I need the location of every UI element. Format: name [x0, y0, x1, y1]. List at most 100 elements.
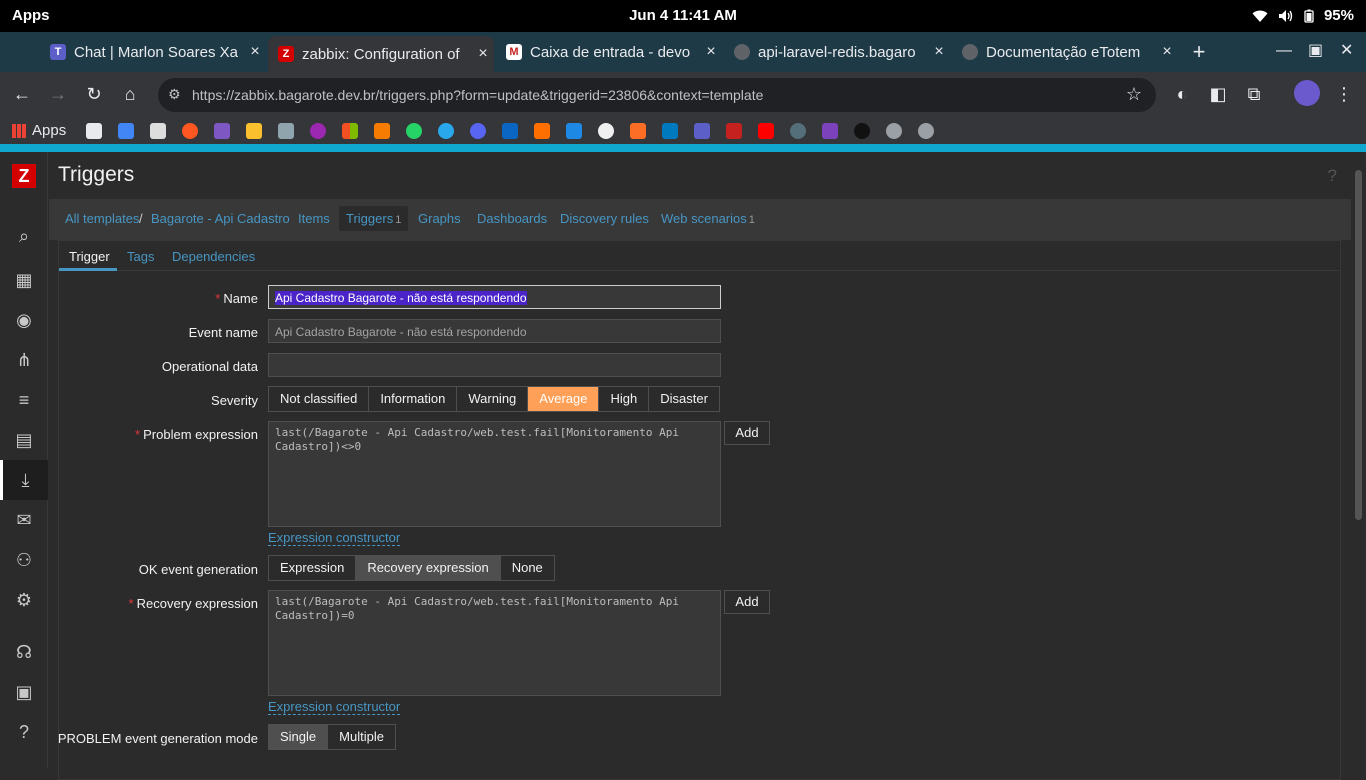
folder-icon[interactable]	[86, 123, 102, 139]
menu-kebab-icon[interactable]: ⋮	[1332, 84, 1356, 105]
system-clock[interactable]: Jun 4 11:41 AM	[0, 7, 1366, 24]
breadcrumb-template[interactable]: Bagarote - Api Cadastro	[151, 211, 290, 226]
extension-icon[interactable]: ◧	[1206, 84, 1230, 105]
bookmark-icon[interactable]	[854, 123, 870, 139]
nav-discovery-rules[interactable]: Discovery rules	[560, 211, 649, 226]
severity-selector: Not classified Information Warning Avera…	[268, 386, 720, 412]
bookmark-icon[interactable]	[310, 123, 326, 139]
severity-information[interactable]: Information	[369, 387, 458, 411]
integrations-icon[interactable]: ▣	[0, 678, 48, 706]
tab-tags[interactable]: Tags	[127, 249, 154, 264]
back-icon[interactable]: ←	[10, 84, 34, 105]
globe-icon[interactable]	[918, 123, 934, 139]
name-input[interactable]: Api Cadastro Bagarote - não está respond…	[268, 285, 721, 309]
help-icon[interactable]: ?	[1328, 166, 1337, 186]
ok-event-recovery-expression[interactable]: Recovery expression	[356, 556, 501, 580]
extension-icon[interactable]: ◐	[1170, 84, 1194, 105]
globe-icon[interactable]	[886, 123, 902, 139]
severity-high[interactable]: High	[599, 387, 650, 411]
alerts-mail-icon[interactable]: ✉	[0, 506, 48, 534]
scrollbar-thumb[interactable]	[1355, 170, 1362, 520]
bookmark-icon[interactable]	[214, 123, 230, 139]
browser-tab[interactable]: M Caixa de entrada - devo ×	[496, 36, 722, 68]
close-tab-icon[interactable]: ×	[472, 45, 494, 63]
browser-tab[interactable]: api-laravel-redis.bagaro ×	[724, 36, 950, 68]
youtube-icon[interactable]	[758, 123, 774, 139]
bookmark-icon[interactable]	[790, 123, 806, 139]
tab-dependencies[interactable]: Dependencies	[172, 249, 255, 264]
trello-icon[interactable]	[662, 123, 678, 139]
forward-icon[interactable]: →	[46, 84, 70, 105]
system-status-area[interactable]: 95%	[1252, 7, 1354, 24]
bookmark-icon[interactable]	[118, 123, 134, 139]
gmail-icon[interactable]	[726, 123, 742, 139]
browser-tab-active[interactable]: Z zabbix: Configuration of ×	[268, 36, 494, 72]
zabbix-logo-icon[interactable]: Z	[12, 164, 36, 188]
nav-graphs[interactable]: Graphs	[418, 211, 461, 226]
page-scrollbar[interactable]	[1351, 152, 1366, 768]
problem-expression-textarea[interactable]: last(/Bagarote - Api Cadastro/web.test.f…	[268, 421, 721, 527]
terraform-icon[interactable]	[822, 123, 838, 139]
ok-event-none[interactable]: None	[500, 556, 554, 580]
support-headset-icon[interactable]: ☊	[0, 638, 48, 666]
event-name-input[interactable]: Api Cadastro Bagarote - não está respond…	[268, 319, 721, 343]
maximize-window-icon[interactable]: ▣	[1308, 40, 1323, 60]
address-bar[interactable]: ⚙ https://zabbix.bagarote.dev.br/trigger…	[158, 78, 1156, 112]
close-tab-icon[interactable]: ×	[1156, 43, 1178, 61]
profile-avatar-icon[interactable]	[1294, 80, 1320, 106]
operational-data-input[interactable]	[268, 353, 721, 377]
bookmark-icon[interactable]	[374, 123, 390, 139]
browser-tab[interactable]: T Chat | Marlon Soares Xa ×	[40, 36, 266, 68]
severity-warning[interactable]: Warning	[457, 387, 529, 411]
bookmark-icon[interactable]	[182, 123, 198, 139]
close-tab-icon[interactable]: ×	[700, 43, 722, 61]
gitlab-icon[interactable]	[630, 123, 646, 139]
bookmark-icon[interactable]	[566, 123, 582, 139]
problem-mode-single[interactable]: Single	[269, 725, 329, 749]
reload-icon[interactable]: ↻	[82, 84, 106, 105]
browser-tab[interactable]: Documentação eTotem ×	[952, 36, 1178, 68]
discord-icon[interactable]	[470, 123, 486, 139]
search-icon[interactable]: ⌕	[0, 222, 48, 250]
whatsapp-icon[interactable]	[406, 123, 422, 139]
telegram-icon[interactable]	[438, 123, 454, 139]
add-problem-expression-button[interactable]: Add	[724, 421, 770, 445]
bookmark-icon[interactable]	[150, 123, 166, 139]
add-recovery-expression-button[interactable]: Add	[724, 590, 770, 614]
severity-disaster[interactable]: Disaster	[649, 387, 719, 411]
nav-items[interactable]: Items	[298, 211, 330, 226]
extensions-puzzle-icon[interactable]: ⧉	[1242, 84, 1266, 105]
bookmark-icon[interactable]	[534, 123, 550, 139]
nav-dashboards[interactable]: Dashboards	[477, 211, 547, 226]
microsoft-icon[interactable]	[342, 123, 358, 139]
tab-trigger[interactable]: Trigger	[69, 249, 110, 264]
home-icon[interactable]: ⌂	[118, 84, 142, 105]
close-tab-icon[interactable]: ×	[244, 43, 266, 61]
data-collection-icon[interactable]: ⤓	[0, 460, 48, 500]
close-tab-icon[interactable]: ×	[928, 43, 950, 61]
name-label: * Name	[215, 291, 258, 306]
bookmark-star-icon[interactable]: ☆	[1126, 84, 1142, 105]
breadcrumb-all-templates[interactable]: All templates	[65, 211, 139, 226]
teams-icon[interactable]	[694, 123, 710, 139]
github-icon[interactable]	[598, 123, 614, 139]
recovery-expression-constructor-link[interactable]: Expression constructor	[268, 700, 401, 715]
minimize-window-icon[interactable]: —	[1276, 42, 1292, 60]
linkedin-icon[interactable]	[502, 123, 518, 139]
nav-web-scenarios[interactable]: Web scenarios 1	[661, 211, 755, 226]
bookmark-icon[interactable]	[278, 123, 294, 139]
problem-expression-constructor-link[interactable]: Expression constructor	[268, 531, 401, 546]
url-text[interactable]: https://zabbix.bagarote.dev.br/triggers.…	[192, 87, 763, 103]
new-tab-icon[interactable]: +	[1186, 40, 1212, 66]
recovery-expression-textarea[interactable]: last(/Bagarote - Api Cadastro/web.test.f…	[268, 590, 721, 696]
bookmark-icon[interactable]	[246, 123, 262, 139]
problem-mode-multiple[interactable]: Multiple	[328, 725, 395, 749]
dashboards-icon[interactable]: ▦	[0, 266, 48, 294]
nav-triggers[interactable]: Triggers 1	[339, 206, 409, 231]
bookmarks-apps[interactable]: Apps	[12, 122, 66, 139]
close-window-icon[interactable]: ✕	[1340, 40, 1353, 60]
site-info-icon[interactable]: ⚙	[168, 86, 181, 103]
ok-event-expression[interactable]: Expression	[269, 556, 357, 580]
severity-not-classified[interactable]: Not classified	[269, 387, 370, 411]
severity-average[interactable]: Average	[528, 387, 600, 411]
